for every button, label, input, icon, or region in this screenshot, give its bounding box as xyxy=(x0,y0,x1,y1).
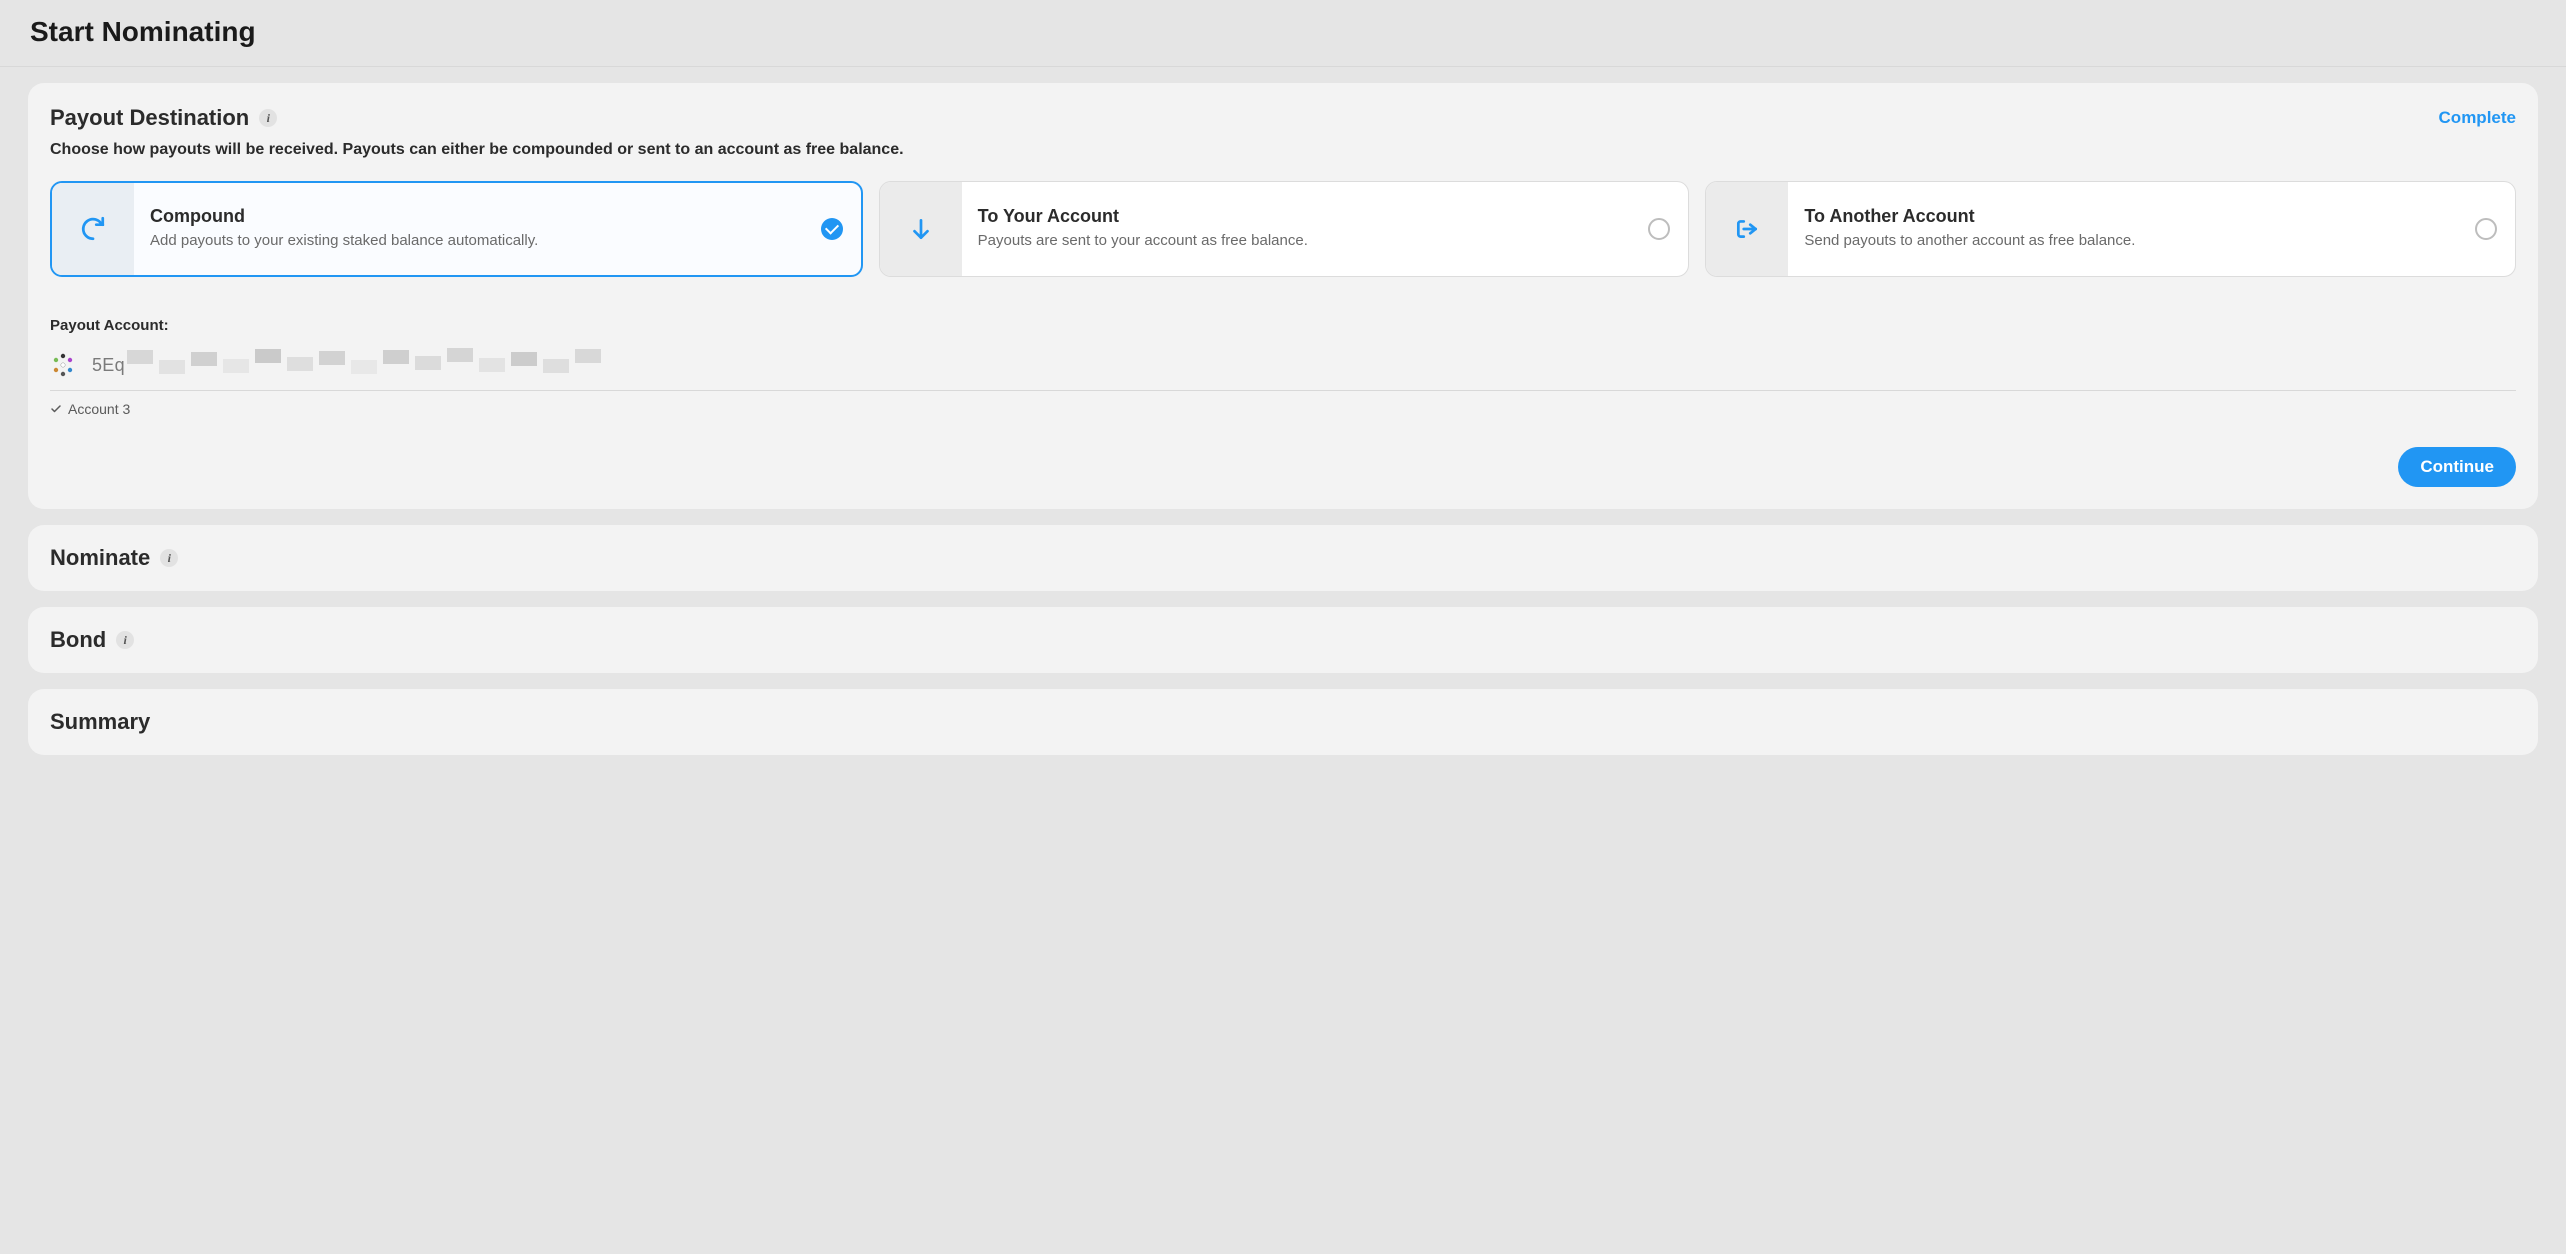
option-desc: Payouts are sent to your account as free… xyxy=(978,231,1637,251)
info-icon[interactable]: i xyxy=(259,109,277,127)
option-title: To Another Account xyxy=(1804,206,2463,227)
payout-account-name: Account 3 xyxy=(50,401,2516,417)
option-title: Compound xyxy=(150,206,809,227)
identicon-icon xyxy=(50,352,76,378)
nominate-step[interactable]: Nominate i xyxy=(28,525,2538,591)
option-title: To Your Account xyxy=(978,206,1637,227)
payout-account-row[interactable]: 5Eq xyxy=(50,352,2516,391)
page-title: Start Nominating xyxy=(0,0,2566,67)
payout-destination-card: Payout Destination i Complete Choose how… xyxy=(28,83,2538,509)
bond-step[interactable]: Bond i xyxy=(28,607,2538,673)
payout-title: Payout Destination xyxy=(50,105,249,131)
complete-status[interactable]: Complete xyxy=(2439,108,2516,128)
info-icon[interactable]: i xyxy=(160,549,178,567)
summary-step[interactable]: Summary xyxy=(28,689,2538,755)
radio-icon xyxy=(2475,218,2497,240)
arrow-down-icon xyxy=(880,182,962,276)
compound-icon xyxy=(52,183,134,275)
option-compound[interactable]: Compound Add payouts to your existing st… xyxy=(50,181,863,277)
option-desc: Send payouts to another account as free … xyxy=(1804,231,2463,251)
bond-title: Bond xyxy=(50,627,106,653)
radio-selected-icon xyxy=(821,218,843,240)
redacted-address-icon xyxy=(127,354,607,376)
payout-account-label: Payout Account: xyxy=(50,317,2516,334)
nominate-title: Nominate xyxy=(50,545,150,571)
summary-title: Summary xyxy=(50,709,150,735)
option-desc: Add payouts to your existing staked bala… xyxy=(150,231,809,251)
radio-icon xyxy=(1648,218,1670,240)
payout-subtitle: Choose how payouts will be received. Pay… xyxy=(50,141,2516,159)
check-icon xyxy=(50,403,62,415)
payout-account-address: 5Eq xyxy=(92,354,607,376)
continue-button[interactable]: Continue xyxy=(2398,447,2516,487)
option-to-another-account[interactable]: To Another Account Send payouts to anoth… xyxy=(1705,181,2516,277)
send-out-icon xyxy=(1706,182,1788,276)
info-icon[interactable]: i xyxy=(116,631,134,649)
option-to-your-account[interactable]: To Your Account Payouts are sent to your… xyxy=(879,181,1690,277)
